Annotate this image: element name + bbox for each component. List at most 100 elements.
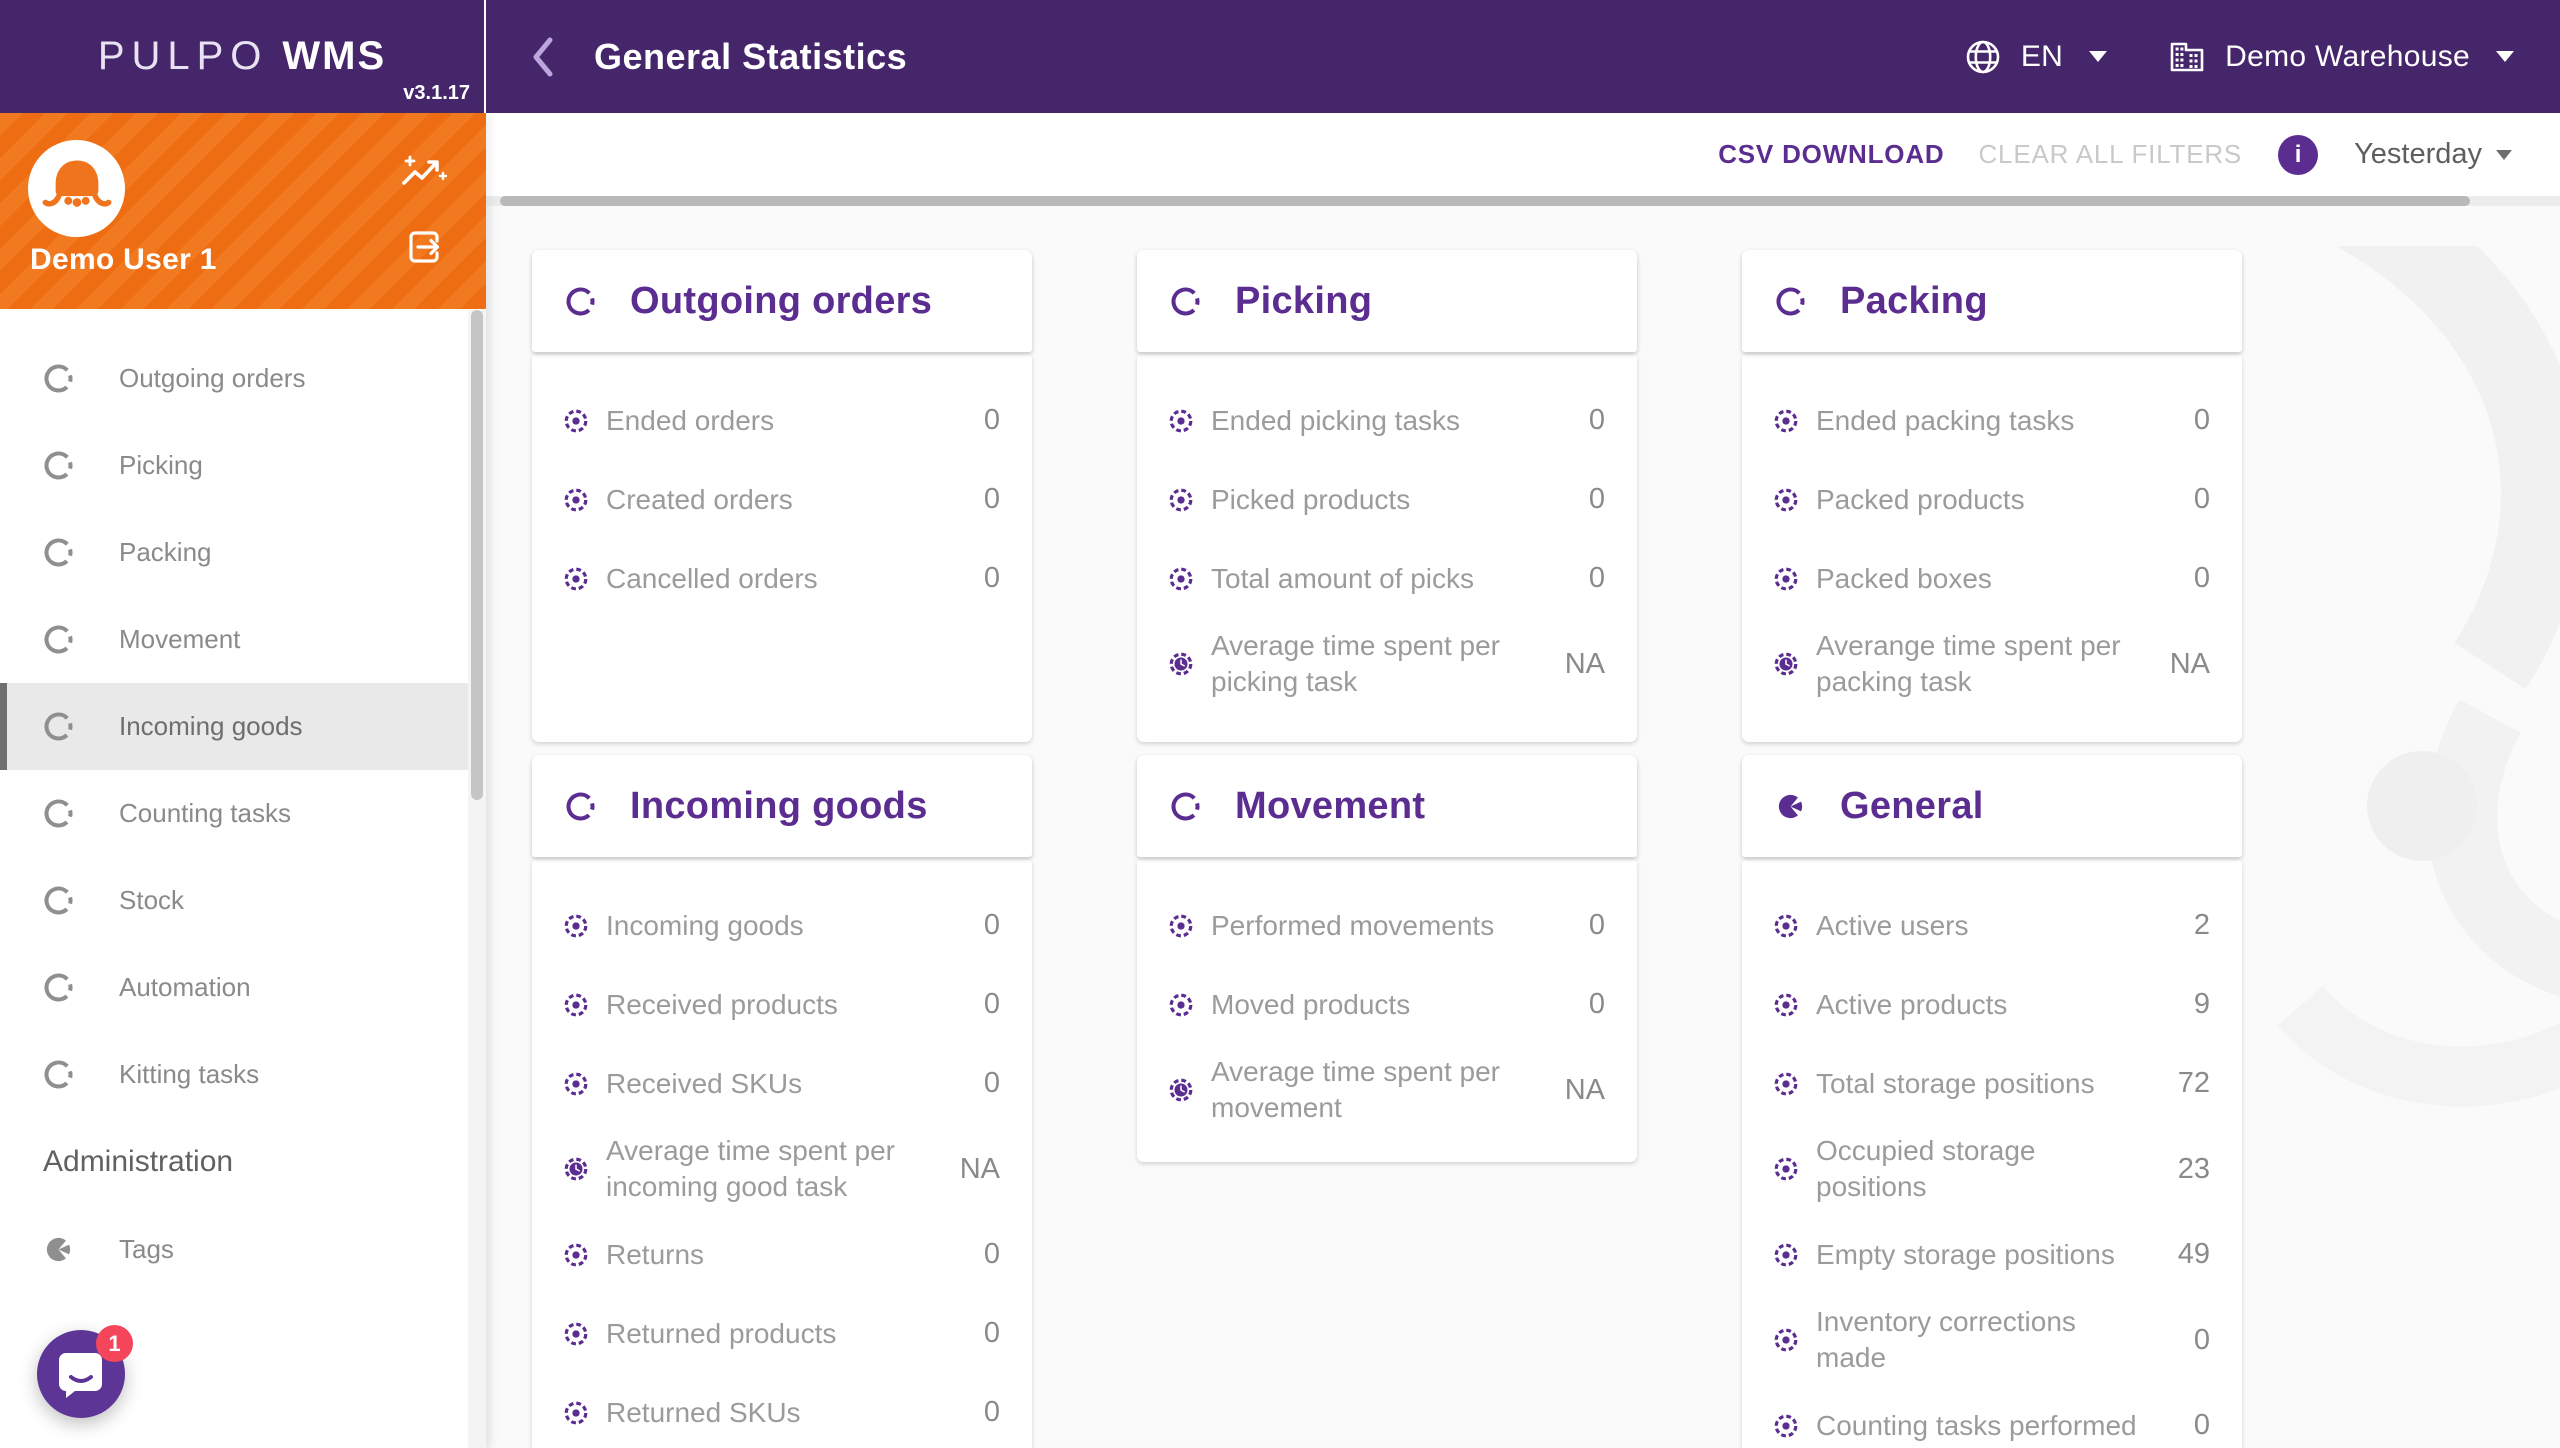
stat-value: 0 bbox=[2144, 1324, 2210, 1357]
stat-row-average-time-spent-per-incoming-good-task: Average time spent per incoming good tas… bbox=[532, 1123, 1032, 1215]
sidebar-item-picking[interactable]: Picking bbox=[0, 422, 486, 509]
stat-value: 0 bbox=[1539, 562, 1605, 595]
stat-row-incoming-goods: Incoming goods 0 bbox=[532, 886, 1032, 965]
sidebar-scrollbar-track bbox=[468, 310, 486, 1448]
back-chevron-icon[interactable] bbox=[530, 35, 556, 79]
dot-icon bbox=[1772, 1070, 1800, 1098]
stat-label: Occupied storage positions bbox=[1816, 1123, 2144, 1215]
stats-card-header: Movement bbox=[1137, 755, 1637, 857]
sidebar-item-movement[interactable]: Movement bbox=[0, 596, 486, 683]
dot-icon bbox=[562, 1241, 590, 1269]
pie-icon bbox=[43, 1234, 74, 1265]
warehouse-selector[interactable]: Demo Warehouse bbox=[2167, 37, 2514, 77]
stat-label: Moved products bbox=[1211, 977, 1539, 1033]
sidebar-item-label: Movement bbox=[119, 624, 240, 655]
stats-card-header: General bbox=[1742, 755, 2242, 857]
stat-label: Cancelled orders bbox=[606, 551, 934, 607]
stat-value: 49 bbox=[2144, 1238, 2210, 1271]
sidebar-item-label: Stock bbox=[119, 885, 184, 916]
stat-label: Active users bbox=[1816, 898, 2144, 954]
sidebar-menu-main: Outgoing orders Picking Packing Movement… bbox=[0, 309, 486, 1118]
statistics-icon[interactable] bbox=[400, 153, 448, 193]
stat-row-counting-tasks-performed: Counting tasks performed 0 bbox=[1742, 1386, 2242, 1448]
stat-value: 0 bbox=[1539, 483, 1605, 516]
sidebar-item-label: Incoming goods bbox=[119, 711, 303, 742]
clock-icon bbox=[1167, 1076, 1195, 1104]
dot-icon bbox=[562, 912, 590, 940]
sidebar-item-counting-tasks[interactable]: Counting tasks bbox=[0, 770, 486, 857]
sidebar-item-packing[interactable]: Packing bbox=[0, 509, 486, 596]
period-label: Yesterday bbox=[2354, 138, 2482, 171]
chat-launcher-button[interactable]: 1 bbox=[37, 1330, 125, 1418]
stat-label: Performed movements bbox=[1211, 898, 1539, 954]
clock-icon bbox=[562, 1155, 590, 1183]
stat-label: Created orders bbox=[606, 472, 934, 528]
stat-value: NA bbox=[1539, 648, 1605, 681]
sidebar-menu-admin: Tags bbox=[0, 1206, 486, 1293]
stat-label: Incoming goods bbox=[606, 898, 934, 954]
sidebar-item-outgoing-orders[interactable]: Outgoing orders bbox=[0, 335, 486, 422]
csv-download-button[interactable]: CSV DOWNLOAD bbox=[1718, 139, 1944, 170]
stat-value: 9 bbox=[2144, 988, 2210, 1021]
pulpo-wms-logo: PULPO WMS bbox=[98, 34, 386, 79]
stat-value: 0 bbox=[934, 988, 1000, 1021]
horizontal-scrollbar-thumb[interactable] bbox=[500, 196, 2470, 206]
user-panel: Demo User 1 bbox=[0, 113, 486, 309]
dot-icon bbox=[1772, 991, 1800, 1019]
ring-icon bbox=[1775, 286, 1806, 317]
avatar bbox=[28, 140, 125, 237]
ring-icon bbox=[565, 286, 596, 317]
dot-icon bbox=[1167, 407, 1195, 435]
stats-card-header: Incoming goods bbox=[532, 755, 1032, 857]
logout-icon[interactable] bbox=[404, 227, 444, 267]
stats-card-body: Ended picking tasks 0 Picked products 0 … bbox=[1137, 355, 1637, 742]
stat-row-packed-products: Packed products 0 bbox=[1742, 460, 2242, 539]
cards-grid: Outgoing orders Ended orders 0 Created o… bbox=[532, 250, 2242, 1448]
stats-card-body: Active users 2 Active products 9 Total s… bbox=[1742, 860, 2242, 1448]
ring-icon bbox=[43, 537, 74, 568]
dot-icon bbox=[1772, 1241, 1800, 1269]
card-title: Picking bbox=[1235, 280, 1372, 323]
period-selector[interactable]: Yesterday bbox=[2354, 138, 2512, 171]
chevron-down-icon bbox=[2496, 51, 2514, 62]
stat-row-average-time-spent-per-movement: Average time spent per movement NA bbox=[1137, 1044, 1637, 1136]
stat-label: Total amount of picks bbox=[1211, 551, 1539, 607]
sidebar-item-tags[interactable]: Tags bbox=[0, 1206, 486, 1293]
card-general: General Active users 2 Active products 9… bbox=[1742, 755, 2242, 1448]
dot-icon bbox=[1772, 1412, 1800, 1440]
stat-value: 23 bbox=[2144, 1153, 2210, 1186]
sidebar-scrollbar-thumb[interactable] bbox=[471, 310, 483, 800]
stat-row-active-users: Active users 2 bbox=[1742, 886, 2242, 965]
stat-label: Active products bbox=[1816, 977, 2144, 1033]
sidebar-item-automation[interactable]: Automation bbox=[0, 944, 486, 1031]
language-label: EN bbox=[2021, 40, 2063, 74]
ring-icon bbox=[43, 1059, 74, 1090]
stat-label: Returned SKUs bbox=[606, 1385, 934, 1441]
horizontal-scrollbar-track bbox=[486, 196, 2560, 206]
dot-icon bbox=[1772, 1326, 1800, 1354]
logo-area: PULPO WMS v3.1.17 bbox=[0, 0, 486, 113]
stat-label: Empty storage positions bbox=[1816, 1227, 2144, 1283]
dot-icon bbox=[562, 1070, 590, 1098]
stat-row-performed-movements: Performed movements 0 bbox=[1137, 886, 1637, 965]
stat-value: 0 bbox=[934, 1067, 1000, 1100]
ring-icon bbox=[43, 450, 74, 481]
stat-row-active-products: Active products 9 bbox=[1742, 965, 2242, 1044]
stat-label: Inventory corrections made bbox=[1816, 1294, 2144, 1386]
stats-card-body: Incoming goods 0 Received products 0 Rec… bbox=[532, 860, 1032, 1448]
sidebar-item-label: Counting tasks bbox=[119, 798, 291, 829]
sidebar-item-kitting-tasks[interactable]: Kitting tasks bbox=[0, 1031, 486, 1118]
info-icon[interactable]: i bbox=[2278, 135, 2318, 175]
sidebar-item-stock[interactable]: Stock bbox=[0, 857, 486, 944]
stats-card-body: Ended packing tasks 0 Packed products 0 … bbox=[1742, 355, 2242, 742]
stat-value: 0 bbox=[2144, 562, 2210, 595]
sidebar-item-incoming-goods[interactable]: Incoming goods bbox=[0, 683, 486, 770]
dot-icon bbox=[562, 486, 590, 514]
dot-icon bbox=[1167, 912, 1195, 940]
ring-icon bbox=[43, 798, 74, 829]
language-selector[interactable]: EN bbox=[1963, 37, 2107, 77]
sidebar: Demo User 1 Outgoing orders Picking Pack… bbox=[0, 113, 486, 1448]
clear-all-filters-button[interactable]: CLEAR ALL FILTERS bbox=[1978, 139, 2242, 170]
stat-row-returned-skus: Returned SKUs 0 bbox=[532, 1373, 1032, 1448]
stat-value: NA bbox=[2144, 648, 2210, 681]
